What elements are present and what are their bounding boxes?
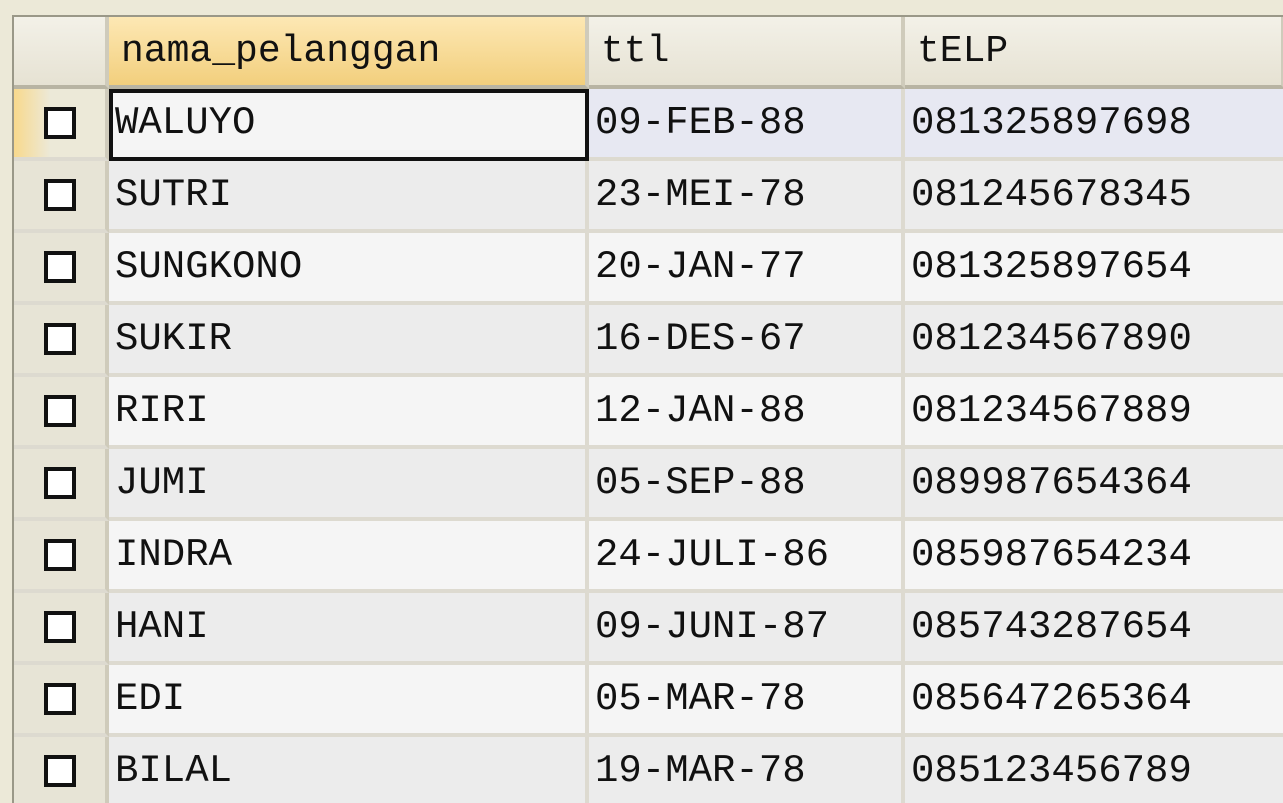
ttl-cell[interactable]: 19-MAR-78 bbox=[589, 737, 905, 803]
row-selector[interactable] bbox=[14, 89, 109, 161]
row-selector[interactable] bbox=[14, 665, 109, 737]
checkbox-icon[interactable] bbox=[43, 467, 76, 499]
checkbox-icon[interactable] bbox=[43, 251, 76, 283]
column-header-telp[interactable]: tELP bbox=[905, 17, 1283, 89]
corner-cell[interactable] bbox=[14, 17, 109, 89]
ttl-cell[interactable]: 09-FEB-88 bbox=[589, 89, 905, 161]
table-row[interactable]: EDI 05-MAR-78 085647265364 bbox=[14, 665, 1283, 737]
telp-cell[interactable]: 081325897698 bbox=[905, 89, 1283, 161]
name-cell[interactable]: INDRA bbox=[109, 521, 589, 593]
row-selector[interactable] bbox=[14, 449, 109, 521]
ttl-cell[interactable]: 05-SEP-88 bbox=[589, 449, 905, 521]
row-selector[interactable] bbox=[14, 593, 109, 665]
ttl-cell[interactable]: 16-DES-67 bbox=[589, 305, 905, 377]
row-selector[interactable] bbox=[14, 305, 109, 377]
row-selector[interactable] bbox=[14, 377, 109, 449]
row-selector[interactable] bbox=[14, 521, 109, 593]
telp-cell[interactable]: 089987654364 bbox=[905, 449, 1283, 521]
table-row[interactable]: INDRA 24-JULI-86 085987654234 bbox=[14, 521, 1283, 593]
name-cell[interactable]: SUTRI bbox=[109, 161, 589, 233]
telp-cell[interactable]: 085647265364 bbox=[905, 665, 1283, 737]
checkbox-icon[interactable] bbox=[43, 395, 76, 427]
telp-cell[interactable]: 081234567889 bbox=[905, 377, 1283, 449]
checkbox-icon[interactable] bbox=[43, 755, 76, 787]
telp-cell[interactable]: 085987654234 bbox=[905, 521, 1283, 593]
name-cell[interactable]: BILAL bbox=[109, 737, 589, 803]
checkbox-icon[interactable] bbox=[43, 107, 76, 139]
table-row[interactable]: BILAL 19-MAR-78 085123456789 bbox=[14, 737, 1283, 803]
table-row[interactable]: WALUYO 09-FEB-88 081325897698 bbox=[14, 89, 1283, 161]
checkbox-icon[interactable] bbox=[43, 179, 76, 211]
ttl-cell[interactable]: 12-JAN-88 bbox=[589, 377, 905, 449]
table-row[interactable]: SUTRI 23-MEI-78 081245678345 bbox=[14, 161, 1283, 233]
name-cell[interactable]: WALUYO bbox=[109, 89, 589, 161]
table-row[interactable]: SUNGKONO 20-JAN-77 081325897654 bbox=[14, 233, 1283, 305]
ttl-cell[interactable]: 20-JAN-77 bbox=[589, 233, 905, 305]
column-header-nama-pelanggan[interactable]: nama_pelanggan bbox=[109, 17, 589, 89]
header-row: nama_pelanggan ttl tELP bbox=[14, 17, 1283, 89]
table-row[interactable]: SUKIR 16-DES-67 081234567890 bbox=[14, 305, 1283, 377]
telp-cell[interactable]: 085743287654 bbox=[905, 593, 1283, 665]
name-cell[interactable]: SUNGKONO bbox=[109, 233, 589, 305]
name-cell[interactable]: SUKIR bbox=[109, 305, 589, 377]
column-header-ttl[interactable]: ttl bbox=[589, 17, 905, 89]
row-selector[interactable] bbox=[14, 161, 109, 233]
telp-cell[interactable]: 081325897654 bbox=[905, 233, 1283, 305]
name-cell[interactable]: RIRI bbox=[109, 377, 589, 449]
ttl-cell[interactable]: 23-MEI-78 bbox=[589, 161, 905, 233]
ttl-cell[interactable]: 24-JULI-86 bbox=[589, 521, 905, 593]
telp-cell[interactable]: 081245678345 bbox=[905, 161, 1283, 233]
checkbox-icon[interactable] bbox=[43, 683, 76, 715]
table-row[interactable]: JUMI 05-SEP-88 089987654364 bbox=[14, 449, 1283, 521]
name-cell[interactable]: HANI bbox=[109, 593, 589, 665]
row-selector[interactable] bbox=[14, 737, 109, 803]
telp-cell[interactable]: 085123456789 bbox=[905, 737, 1283, 803]
data-grid: nama_pelanggan ttl tELP WALUYO 09-FEB-88… bbox=[12, 15, 1283, 803]
table-row[interactable]: HANI 09-JUNI-87 085743287654 bbox=[14, 593, 1283, 665]
row-selector[interactable] bbox=[14, 233, 109, 305]
ttl-cell[interactable]: 05-MAR-78 bbox=[589, 665, 905, 737]
table-row[interactable]: RIRI 12-JAN-88 081234567889 bbox=[14, 377, 1283, 449]
name-cell[interactable]: EDI bbox=[109, 665, 589, 737]
checkbox-icon[interactable] bbox=[43, 323, 76, 355]
name-cell[interactable]: JUMI bbox=[109, 449, 589, 521]
ttl-cell[interactable]: 09-JUNI-87 bbox=[589, 593, 905, 665]
checkbox-icon[interactable] bbox=[43, 539, 76, 571]
checkbox-icon[interactable] bbox=[43, 611, 76, 643]
telp-cell[interactable]: 081234567890 bbox=[905, 305, 1283, 377]
